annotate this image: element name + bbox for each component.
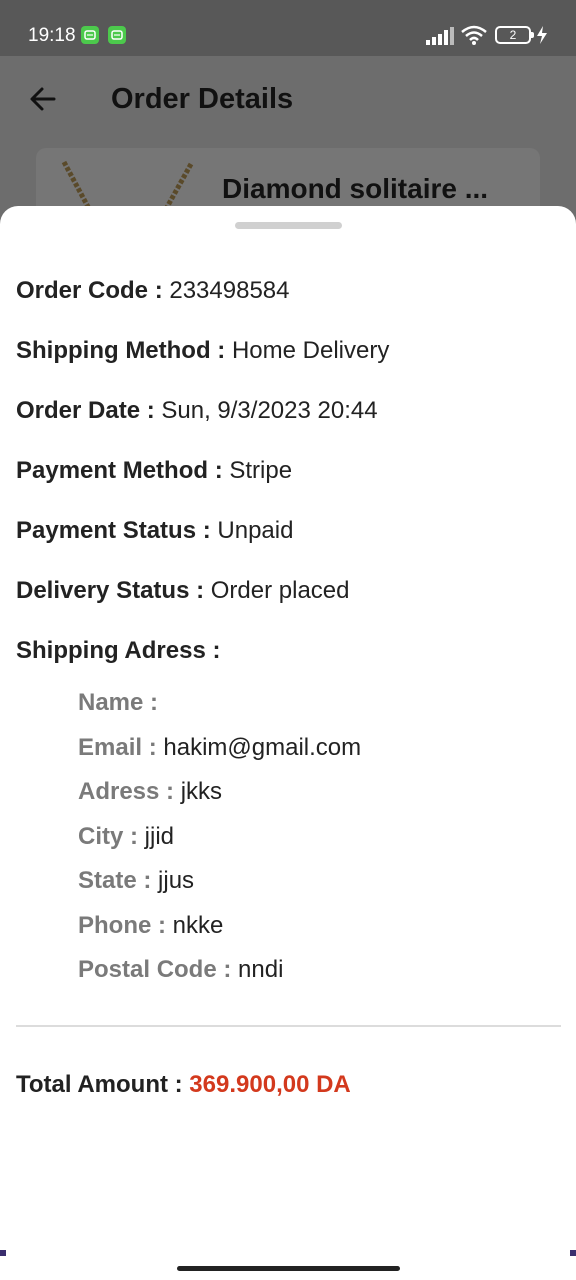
notification-app-icon — [108, 26, 126, 44]
back-arrow-icon[interactable] — [28, 84, 58, 114]
app-bar: Order Details — [0, 56, 576, 142]
signal-icon — [426, 27, 454, 45]
address-phone-row: Phone : nkke — [78, 911, 223, 941]
status-time: 19:18 — [28, 25, 76, 46]
shipping-method-label: Shipping Method : — [16, 337, 226, 364]
shipping-method-row: Shipping Method : Home Delivery — [16, 336, 389, 366]
battery-level: 2 — [509, 28, 517, 42]
address-name-label: Name : — [78, 689, 159, 716]
payment-status-label: Payment Status : — [16, 517, 211, 544]
order-code-row: Order Code : 233498584 — [16, 276, 289, 306]
delivery-status-label: Delivery Status : — [16, 577, 205, 604]
charging-bolt-icon — [537, 26, 547, 44]
battery-icon: 2 — [495, 26, 534, 44]
address-postal-value: nndi — [231, 956, 284, 983]
page-title: Order Details — [111, 83, 294, 115]
shipping-method-value: Home Delivery — [225, 337, 390, 364]
divider — [16, 1025, 561, 1027]
drag-handle[interactable] — [235, 222, 342, 229]
system-nav-bar — [0, 1256, 576, 1280]
product-name: Diamond solitaire ... — [222, 173, 489, 204]
total-amount-value: 369.900,00 DA — [182, 1071, 351, 1098]
address-city-value: jjid — [138, 823, 175, 850]
total-amount-row: Total Amount : 369.900,00 DA — [16, 1070, 351, 1100]
status-bar: 19:18 2 — [0, 0, 576, 56]
order-date-row: Order Date : Sun, 9/3/2023 20:44 — [16, 396, 378, 426]
shipping-address-heading: Shipping Adress : — [16, 636, 220, 666]
order-date-label: Order Date : — [16, 397, 155, 424]
payment-method-value: Stripe — [222, 457, 293, 484]
address-phone-value: nkke — [166, 912, 224, 939]
home-indicator[interactable] — [177, 1266, 400, 1271]
address-state-label: State : — [78, 867, 152, 894]
address-email-row: Email : hakim@gmail.com — [78, 733, 361, 763]
payment-method-label: Payment Method : — [16, 457, 223, 484]
address-street-row: Adress : jkks — [78, 777, 222, 807]
address-email-label: Email : — [78, 734, 157, 761]
order-details-sheet: Order Code : 233498584 Shipping Method :… — [0, 206, 576, 1256]
address-postal-row: Postal Code : nndi — [78, 955, 283, 985]
address-street-label: Adress : — [78, 778, 175, 805]
address-phone-label: Phone : — [78, 912, 166, 939]
address-city-label: City : — [78, 823, 138, 850]
address-postal-label: Postal Code : — [78, 956, 232, 983]
wifi-icon — [461, 25, 487, 45]
payment-status-row: Payment Status : Unpaid — [16, 516, 293, 546]
order-code-value: 233498584 — [162, 277, 290, 304]
shipping-address-label: Shipping Adress : — [16, 637, 221, 664]
delivery-status-row: Delivery Status : Order placed — [16, 576, 349, 606]
total-amount-label: Total Amount : — [16, 1071, 183, 1098]
address-street-value: jkks — [174, 778, 223, 805]
address-state-row: State : jjus — [78, 866, 194, 896]
address-name-row: Name : — [78, 688, 158, 718]
address-city-row: City : jjid — [78, 822, 174, 852]
payment-method-row: Payment Method : Stripe — [16, 456, 292, 486]
order-date-value: Sun, 9/3/2023 20:44 — [154, 397, 378, 424]
notification-app-icon — [81, 26, 99, 44]
address-state-value: jjus — [151, 867, 195, 894]
order-code-label: Order Code : — [16, 277, 163, 304]
payment-status-value: Unpaid — [210, 517, 294, 544]
delivery-status-value: Order placed — [204, 577, 350, 604]
address-email-value: hakim@gmail.com — [156, 734, 362, 761]
